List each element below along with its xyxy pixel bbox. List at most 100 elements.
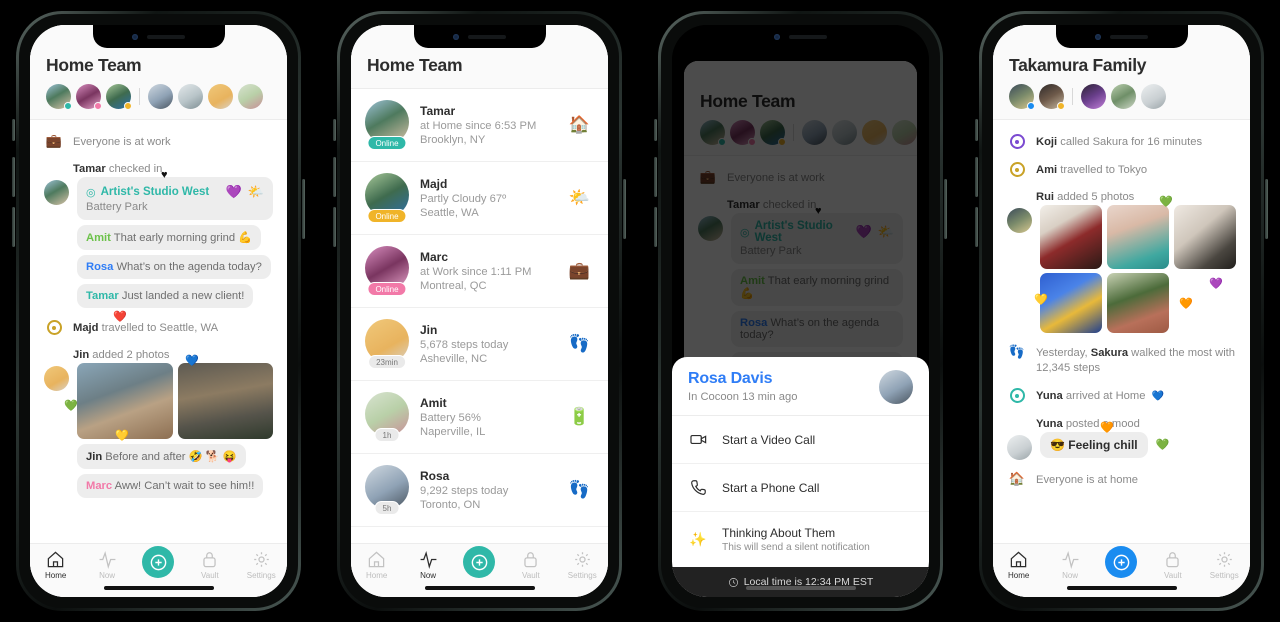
avatar-amit[interactable]	[178, 84, 203, 109]
reaction-teal-heart[interactable]: 💚	[1156, 438, 1170, 451]
tab-add[interactable]	[455, 546, 503, 578]
avatar-jin[interactable]	[208, 84, 233, 109]
action-phone-call[interactable]: Start a Phone Call	[672, 464, 929, 512]
list-item[interactable]: 23min Jin 5,678 steps today Asheville, N…	[351, 308, 608, 381]
message-bubble[interactable]: Tamar Just landed a new client!	[77, 284, 254, 309]
reaction-teal-heart[interactable]: 💚	[64, 401, 78, 412]
reaction-purple-heart[interactable]: 💜	[1209, 279, 1223, 290]
mute-switch[interactable]	[654, 119, 657, 141]
list-item[interactable]: Online Majd Partly Cloudy 67º Seattle, W…	[351, 162, 608, 235]
avatar-jin[interactable]	[44, 366, 69, 392]
action-video-call[interactable]: Start a Video Call	[672, 416, 929, 464]
volume-down-button[interactable]	[654, 207, 657, 247]
reaction-teal-heart[interactable]: 💚	[1159, 197, 1173, 208]
avatar-row[interactable]	[46, 76, 271, 119]
avatar-yuna[interactable]	[1007, 434, 1032, 460]
mute-switch[interactable]	[12, 119, 15, 141]
photo-thumb[interactable]	[1174, 205, 1236, 270]
reaction-yellow-heart[interactable]: 💛	[115, 431, 129, 442]
power-button[interactable]	[944, 179, 947, 239]
avatar-tamar[interactable]	[44, 180, 69, 206]
avatar-rosa[interactable]	[879, 370, 913, 404]
volume-up-button[interactable]	[12, 157, 15, 197]
tab-add[interactable]	[134, 546, 182, 578]
tab-vault[interactable]: Vault	[186, 550, 234, 580]
reaction-red-heart[interactable]: ❤️	[113, 312, 127, 323]
message-bubble[interactable]: Marc Aww! Can’t wait to see him!!	[77, 474, 264, 499]
photo-thumb[interactable]	[1107, 205, 1169, 270]
avatar-yuna[interactable]	[238, 84, 263, 109]
tab-settings[interactable]: Settings	[237, 550, 285, 580]
reaction-orange-heart[interactable]: 🧡	[1179, 299, 1193, 310]
tab-vault[interactable]: Vault	[1149, 550, 1197, 580]
home-indicator[interactable]	[424, 586, 535, 590]
reaction-blue-heart[interactable]: 💙	[1152, 391, 1164, 402]
add-button[interactable]	[142, 546, 175, 578]
photo-thumb[interactable]	[1107, 273, 1169, 334]
tab-settings[interactable]: Settings	[1200, 550, 1248, 580]
mute-switch[interactable]	[975, 119, 978, 141]
photo-thumb[interactable]	[1040, 273, 1102, 334]
message-text: That early morning grind 💪	[110, 232, 253, 245]
tab-vault[interactable]: Vault	[507, 550, 555, 580]
feed-item-travel[interactable]: Ami travelled to Tokyo	[1003, 156, 1240, 184]
tab-now[interactable]: Now	[1046, 550, 1094, 580]
avatar-majd[interactable]	[106, 84, 132, 110]
mute-switch[interactable]	[333, 119, 336, 141]
volume-down-button[interactable]	[975, 207, 978, 247]
avatar-koji[interactable]	[1081, 84, 1106, 109]
reaction-yellow-heart[interactable]: 💛	[1034, 295, 1048, 306]
photo-thumb[interactable]	[1040, 205, 1102, 270]
volume-up-button[interactable]	[654, 157, 657, 197]
avatar-row[interactable]	[1009, 76, 1234, 119]
feed-item-call[interactable]: Koji called Sakura for 16 minutes	[1003, 128, 1240, 156]
tab-settings[interactable]: Settings	[558, 550, 606, 580]
photo-thumb[interactable]	[177, 363, 273, 440]
add-button[interactable]	[1105, 546, 1138, 578]
message-bubble[interactable]: Rosa What’s on the agenda today?	[77, 255, 271, 280]
action-thinking-about-them[interactable]: ✨ Thinking About Them This will send a s…	[672, 512, 929, 567]
avatar-tamar[interactable]	[46, 84, 72, 110]
tab-home[interactable]: Home	[995, 550, 1043, 580]
home-indicator[interactable]	[1066, 586, 1177, 590]
reaction-purple-heart[interactable]: 💜	[226, 184, 242, 200]
power-button[interactable]	[1265, 179, 1268, 239]
list-item[interactable]: 5h Rosa 9,292 steps today Toronto, ON 👣	[351, 454, 608, 527]
avatar-marc[interactable]	[76, 84, 102, 110]
reaction-orange-heart[interactable]: 🧡	[1100, 422, 1114, 434]
tab-home[interactable]: Home	[32, 550, 80, 580]
avatar-sakura[interactable]	[1039, 84, 1065, 110]
power-button[interactable]	[623, 179, 626, 239]
message-bubble[interactable]: Jin Before and after 🤣 🐕 😝	[77, 444, 246, 470]
reaction-blue-heart[interactable]: 💙	[185, 356, 199, 367]
message-bubble[interactable]: Amit That early morning grind 💪	[77, 225, 262, 251]
dimmed-backdrop[interactable]: Home Team 💼 Everyone is at work Tamar ch…	[672, 25, 929, 597]
home-indicator[interactable]	[103, 586, 214, 590]
volume-up-button[interactable]	[975, 157, 978, 197]
volume-up-button[interactable]	[333, 157, 336, 197]
volume-down-button[interactable]	[12, 207, 15, 247]
tab-add[interactable]	[1097, 546, 1145, 578]
checkin-card[interactable]: ♥ ◎ Artist's Studio West 💜 🌤️ Battery Pa…	[77, 170, 273, 221]
volume-down-button[interactable]	[333, 207, 336, 247]
avatar-rui[interactable]	[1007, 208, 1032, 234]
tab-now[interactable]: Now	[404, 550, 452, 580]
mood-bubble[interactable]: 😎 Feeling chill	[1040, 431, 1148, 458]
tab-now[interactable]: Now	[83, 550, 131, 580]
list-item[interactable]: 1h Amit Battery 56% Naperville, IL 🔋	[351, 381, 608, 454]
add-button[interactable]	[463, 546, 496, 578]
list-item[interactable]: Online Marc at Work since 1:11 PM Montre…	[351, 235, 608, 308]
member-name: Jin	[420, 323, 438, 337]
avatar-rosa[interactable]	[148, 84, 173, 109]
list-item[interactable]: Online Tamar at Home since 6:53 PM Brook…	[351, 89, 608, 162]
avatar-yuna[interactable]	[1141, 84, 1166, 109]
avatar-ami[interactable]	[1111, 84, 1136, 109]
feed-item-arrived[interactable]: Yuna arrived at Home 💙	[1003, 382, 1240, 410]
avatar-rui[interactable]	[1009, 84, 1035, 110]
power-button[interactable]	[302, 179, 305, 239]
reaction-heart-black[interactable]: ♥	[161, 170, 168, 181]
tab-home[interactable]: Home	[353, 550, 401, 580]
page-title: Home Team	[367, 55, 463, 75]
photo-thumb[interactable]	[77, 363, 173, 440]
home-indicator[interactable]	[745, 586, 856, 590]
